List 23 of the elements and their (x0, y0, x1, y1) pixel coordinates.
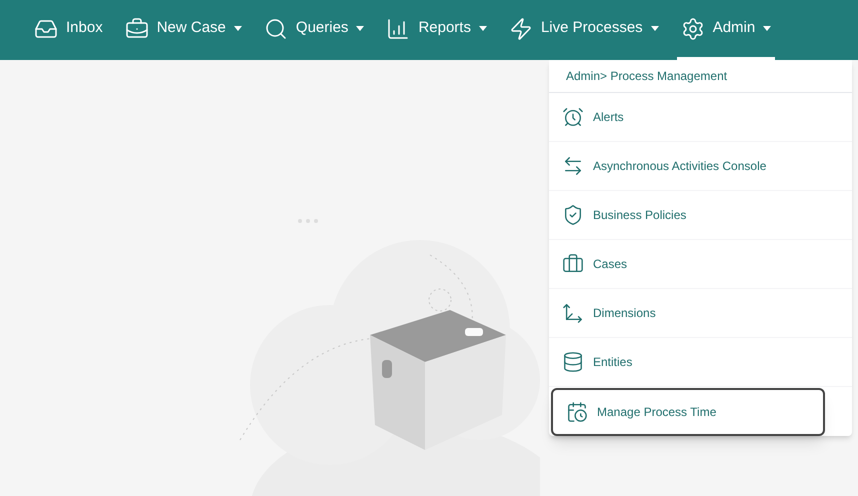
alarm-clock-icon (562, 106, 584, 128)
briefcase-icon (562, 253, 584, 275)
menu-item[interactable]: Entities (549, 338, 852, 387)
nav-menu-button[interactable]: Reports (382, 0, 491, 60)
menu-item[interactable]: Asynchronous Activities Console (549, 142, 852, 191)
menu-item[interactable]: Dimensions (549, 289, 852, 338)
menu-item[interactable]: Alerts (549, 93, 852, 142)
nav-menu-button[interactable]: Inbox (30, 0, 107, 60)
nav-menu-button[interactable]: Queries (260, 0, 368, 60)
settings-icon (680, 16, 705, 40)
database-icon (562, 351, 584, 373)
arrows-icon (562, 155, 584, 177)
menu-item[interactable]: Manage Process Time (551, 388, 825, 436)
menu-item[interactable]: Cases (549, 240, 852, 289)
shield-check-icon (562, 204, 584, 226)
axes-icon (562, 302, 584, 324)
menu-item[interactable]: Business Policies (549, 191, 852, 240)
nav-menu-button[interactable]: New Case (120, 0, 246, 60)
bar-chart-icon (386, 16, 410, 40)
breadcrumb: Admin> Process Management (549, 60, 852, 93)
nav-menu-button[interactable]: Live Processes (504, 0, 663, 60)
lightning-icon (508, 16, 533, 40)
search-icon (264, 16, 288, 40)
